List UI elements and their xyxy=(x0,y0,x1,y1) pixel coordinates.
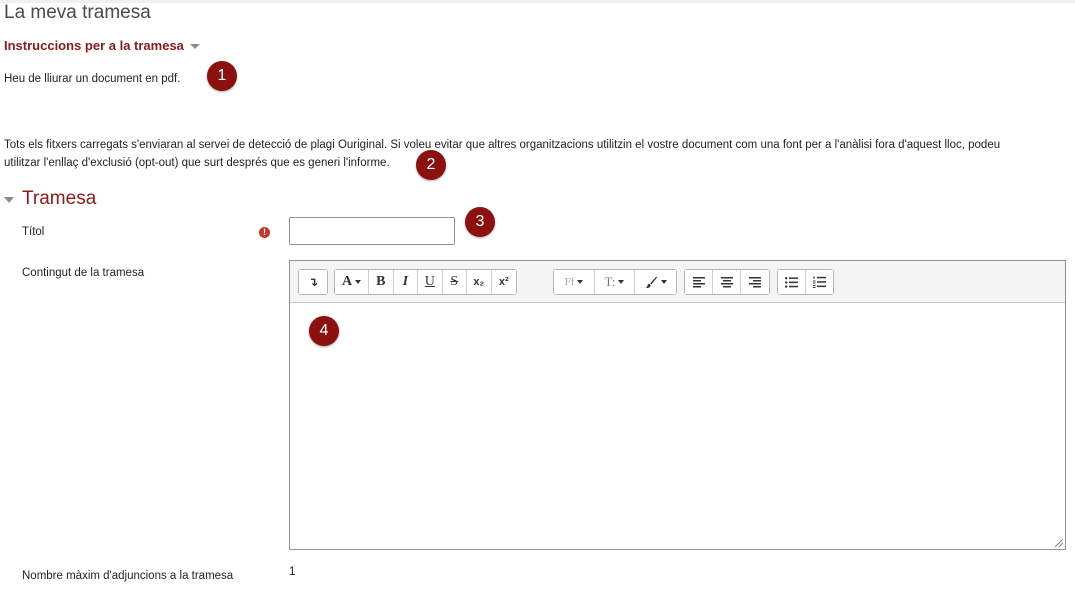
callout-badge-1: 1 xyxy=(207,61,237,91)
instructions-text: Heu de lliurar un document en pdf. xyxy=(4,73,181,85)
subscript-button[interactable]: x₂ xyxy=(467,270,492,294)
title-label: Títol xyxy=(22,226,45,238)
max-attachments-label: Nombre màxim d'adjuncions a la tramesa xyxy=(22,570,234,582)
italic-button[interactable]: I xyxy=(393,270,419,294)
unordered-list-icon xyxy=(784,276,798,288)
toggle-toolbar-button[interactable]: ↴ xyxy=(299,270,327,294)
required-icon: ! xyxy=(259,227,270,238)
max-attachments-value: 1 xyxy=(289,566,296,578)
align-left-button[interactable] xyxy=(685,270,713,294)
dropdown-arrow-icon xyxy=(661,280,667,284)
instructions-heading: Instruccions per a la tramesa xyxy=(4,38,184,53)
dropdown-arrow-icon xyxy=(577,280,584,284)
strikethrough-button[interactable]: S xyxy=(442,270,468,294)
content-label: Contingut de la tramesa xyxy=(22,267,145,279)
font-family-button[interactable]: Ff xyxy=(554,270,595,294)
align-right-icon xyxy=(749,276,761,287)
align-center-icon xyxy=(720,276,733,287)
toolbar-group-font: Ff T: xyxy=(553,269,677,295)
font-color-button[interactable]: A xyxy=(335,270,370,294)
font-size-label: T: xyxy=(604,274,616,289)
content-editor-textarea[interactable] xyxy=(290,303,1065,549)
callout-badge-3: 3 xyxy=(465,207,495,237)
plagiarism-notice-line2: utilitzar l'enllaç d'exclusió (opt-out) … xyxy=(4,157,390,169)
font-size-button[interactable]: T: xyxy=(595,270,635,294)
underline-button[interactable]: U xyxy=(418,270,443,294)
superscript-button[interactable]: x² xyxy=(491,270,516,294)
align-right-button[interactable] xyxy=(741,270,769,294)
align-left-icon xyxy=(692,276,705,287)
caret-down-icon xyxy=(4,197,14,203)
align-center-button[interactable] xyxy=(713,270,741,294)
editor-toolbar: ↴ A B I U S x₂ x² Ff T: xyxy=(290,261,1065,303)
toolbar-group-lists xyxy=(777,269,834,295)
callout-badge-4: 4 xyxy=(309,316,339,346)
dropdown-arrow-icon xyxy=(355,280,362,284)
caret-down-icon xyxy=(189,44,200,49)
ordered-list-icon xyxy=(812,276,826,288)
ordered-list-button[interactable] xyxy=(805,270,833,294)
content-editor: ↴ A B I U S x₂ x² Ff T: xyxy=(289,260,1066,550)
instructions-toggle[interactable]: Instruccions per a la tramesa xyxy=(4,38,200,53)
dropdown-arrow-icon xyxy=(618,280,625,284)
resize-handle-icon[interactable] xyxy=(1055,539,1063,547)
font-color-label: A xyxy=(341,274,353,289)
callout-badge-2: 2 xyxy=(416,150,446,180)
toolbar-group-format: A B I U S x₂ x² xyxy=(334,269,517,295)
top-divider xyxy=(0,0,1075,3)
toolbar-group-collapse: ↴ xyxy=(298,269,328,295)
paintbrush-button[interactable] xyxy=(635,270,676,294)
plagiarism-notice-line1: Tots els fitxers carregats s'enviaran al… xyxy=(4,139,1001,151)
paintbrush-icon xyxy=(645,276,658,288)
section-toggle-tramesa[interactable]: Tramesa xyxy=(4,188,96,210)
toolbar-group-align xyxy=(684,269,770,295)
font-family-label: Ff xyxy=(564,276,575,288)
unordered-list-button[interactable] xyxy=(778,270,806,294)
bold-button[interactable]: B xyxy=(369,270,394,294)
title-input[interactable] xyxy=(289,217,455,245)
page-title: La meva tramesa xyxy=(4,2,151,23)
section-heading: Tramesa xyxy=(22,188,97,209)
